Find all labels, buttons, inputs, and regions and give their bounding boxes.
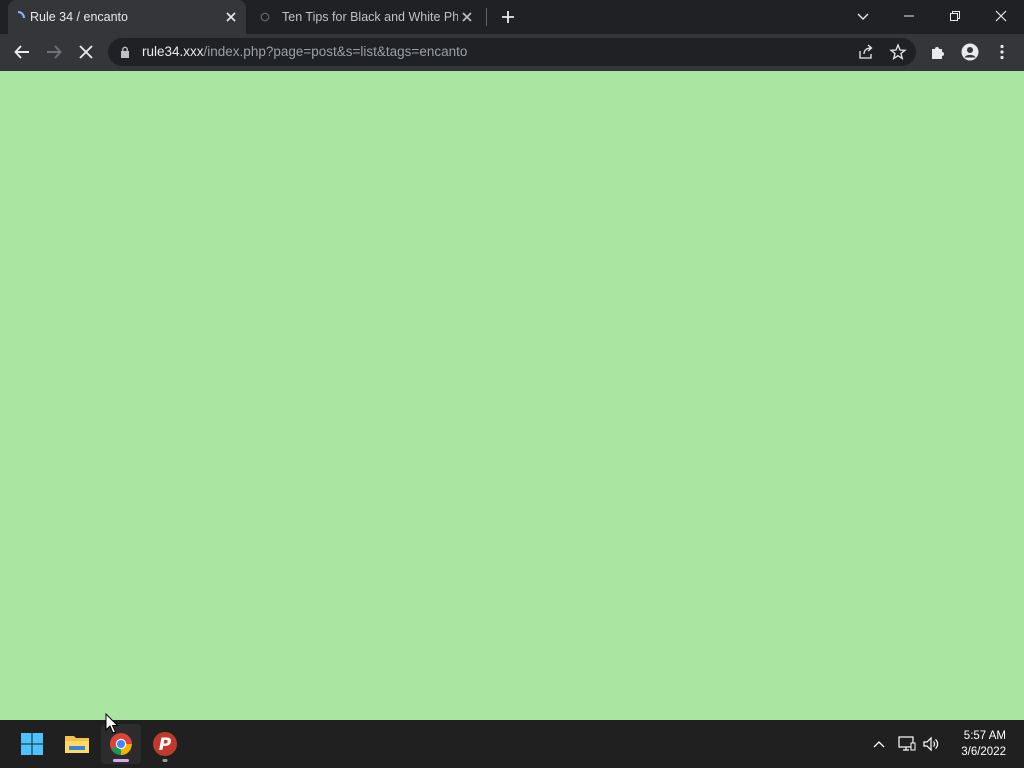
start-button[interactable]: [12, 724, 52, 764]
page-loading-icon: [17, 11, 25, 19]
speaker-icon: [923, 736, 939, 752]
browser-toolbar: rule34.xxx/index.php?page=post&s=list&ta…: [0, 34, 1024, 71]
folder-icon: [65, 736, 89, 753]
url-text[interactable]: rule34.xxx/index.php?page=post&s=list&ta…: [142, 44, 467, 59]
clock-date: 3/6/2022: [961, 746, 1006, 758]
close-icon: [995, 10, 1007, 22]
chevron-up-icon: [873, 741, 885, 748]
svg-text:P: P: [159, 735, 172, 755]
new-tab-icon[interactable]: [500, 9, 516, 25]
site-favicon-icon: [260, 12, 270, 22]
close-icon[interactable]: [224, 10, 238, 24]
tab-title: Rule 34 / encanto: [30, 10, 128, 24]
arrow-right-icon: [47, 45, 62, 59]
lock-icon[interactable]: [120, 46, 130, 58]
minimize-icon: [904, 15, 914, 17]
close-window-button[interactable]: [978, 0, 1024, 32]
tab-divider: [486, 8, 487, 26]
tab-title: Ten Tips for Black and White Photography: [282, 10, 458, 24]
browser-titlebar: Rule 34 / encanto Ten Tips for Black and…: [0, 0, 1024, 34]
stop-loading-button[interactable]: [74, 40, 98, 64]
page-content: [0, 71, 1024, 720]
forward-button[interactable]: [42, 40, 66, 64]
restore-button[interactable]: [932, 0, 978, 32]
back-button[interactable]: [10, 40, 34, 64]
stop-x-icon: [79, 45, 93, 59]
profile-avatar-icon[interactable]: [961, 43, 979, 61]
share-icon[interactable]: [857, 43, 875, 61]
file-explorer-button[interactable]: [57, 724, 97, 764]
tab-active[interactable]: Rule 34 / encanto: [8, 0, 246, 34]
url-path: /index.php?page=post&s=list&tags=encanto: [203, 44, 468, 59]
tab-inactive[interactable]: Ten Tips for Black and White Photography: [256, 0, 482, 34]
volume-button[interactable]: [921, 734, 941, 754]
extensions-puzzle-icon[interactable]: [929, 43, 947, 61]
address-bar[interactable]: rule34.xxx/index.php?page=post&s=list&ta…: [108, 38, 916, 66]
psiphon-taskbar-button[interactable]: P: [145, 724, 185, 764]
network-button[interactable]: [897, 734, 917, 754]
running-app-indicator: [162, 759, 168, 762]
minimize-button[interactable]: [886, 0, 932, 32]
more-menu-icon[interactable]: [993, 43, 1011, 61]
active-app-indicator: [113, 759, 129, 762]
restore-icon: [950, 11, 960, 21]
network-icon: [898, 736, 916, 751]
tab-search-button[interactable]: [840, 0, 886, 32]
close-icon[interactable]: [460, 10, 474, 24]
psiphon-icon: P: [153, 732, 177, 756]
chrome-icon: [110, 733, 132, 755]
show-hidden-icons-button[interactable]: [869, 734, 889, 754]
arrow-left-icon: [14, 45, 29, 59]
star-icon[interactable]: [889, 43, 907, 61]
mouse-cursor-icon: [105, 713, 119, 734]
chevron-down-icon: [857, 13, 869, 20]
taskbar-clock[interactable]: 5:57 AM 3/6/2022: [961, 728, 1006, 760]
taskbar: P 5:57 AM 3/6/2022: [0, 720, 1024, 768]
clock-time: 5:57 AM: [963, 730, 1006, 742]
url-host: rule34.xxx: [142, 44, 204, 59]
windows-logo-icon: [21, 733, 43, 755]
